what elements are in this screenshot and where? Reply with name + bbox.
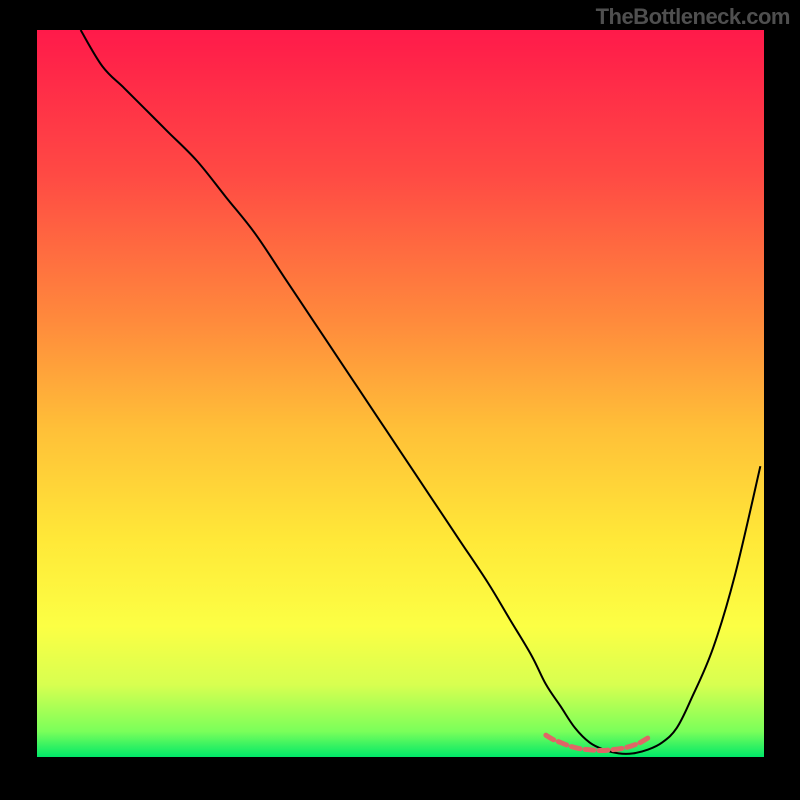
watermark-text: TheBottleneck.com <box>596 4 790 30</box>
optimal-range-marker <box>546 735 648 750</box>
bottleneck-curve <box>81 30 761 754</box>
plot-area <box>37 30 764 757</box>
curve-layer <box>37 30 764 757</box>
chart-container: TheBottleneck.com <box>0 0 800 800</box>
